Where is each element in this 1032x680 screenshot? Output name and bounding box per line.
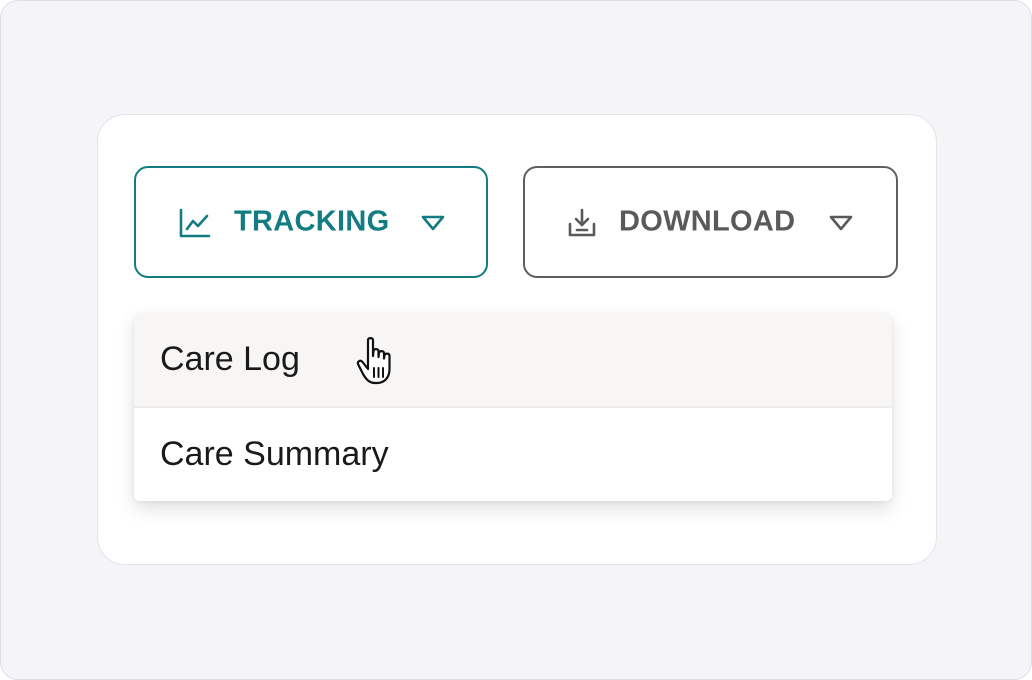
tracking-dropdown-menu: Care Log Care Summary <box>134 313 892 501</box>
tracking-button-label: TRACKING <box>234 205 390 238</box>
caret-down-icon <box>421 215 445 231</box>
download-button-label: DOWNLOAD <box>619 205 796 238</box>
tracking-dropdown-button[interactable]: TRACKING <box>134 166 488 278</box>
download-dropdown-button[interactable]: DOWNLOAD <box>523 166 898 278</box>
menu-item-care-summary[interactable]: Care Summary <box>134 408 892 501</box>
download-icon <box>568 208 596 237</box>
menu-item-care-log[interactable]: Care Log <box>134 313 892 406</box>
caret-down-icon <box>829 215 853 231</box>
line-chart-icon <box>179 208 211 238</box>
